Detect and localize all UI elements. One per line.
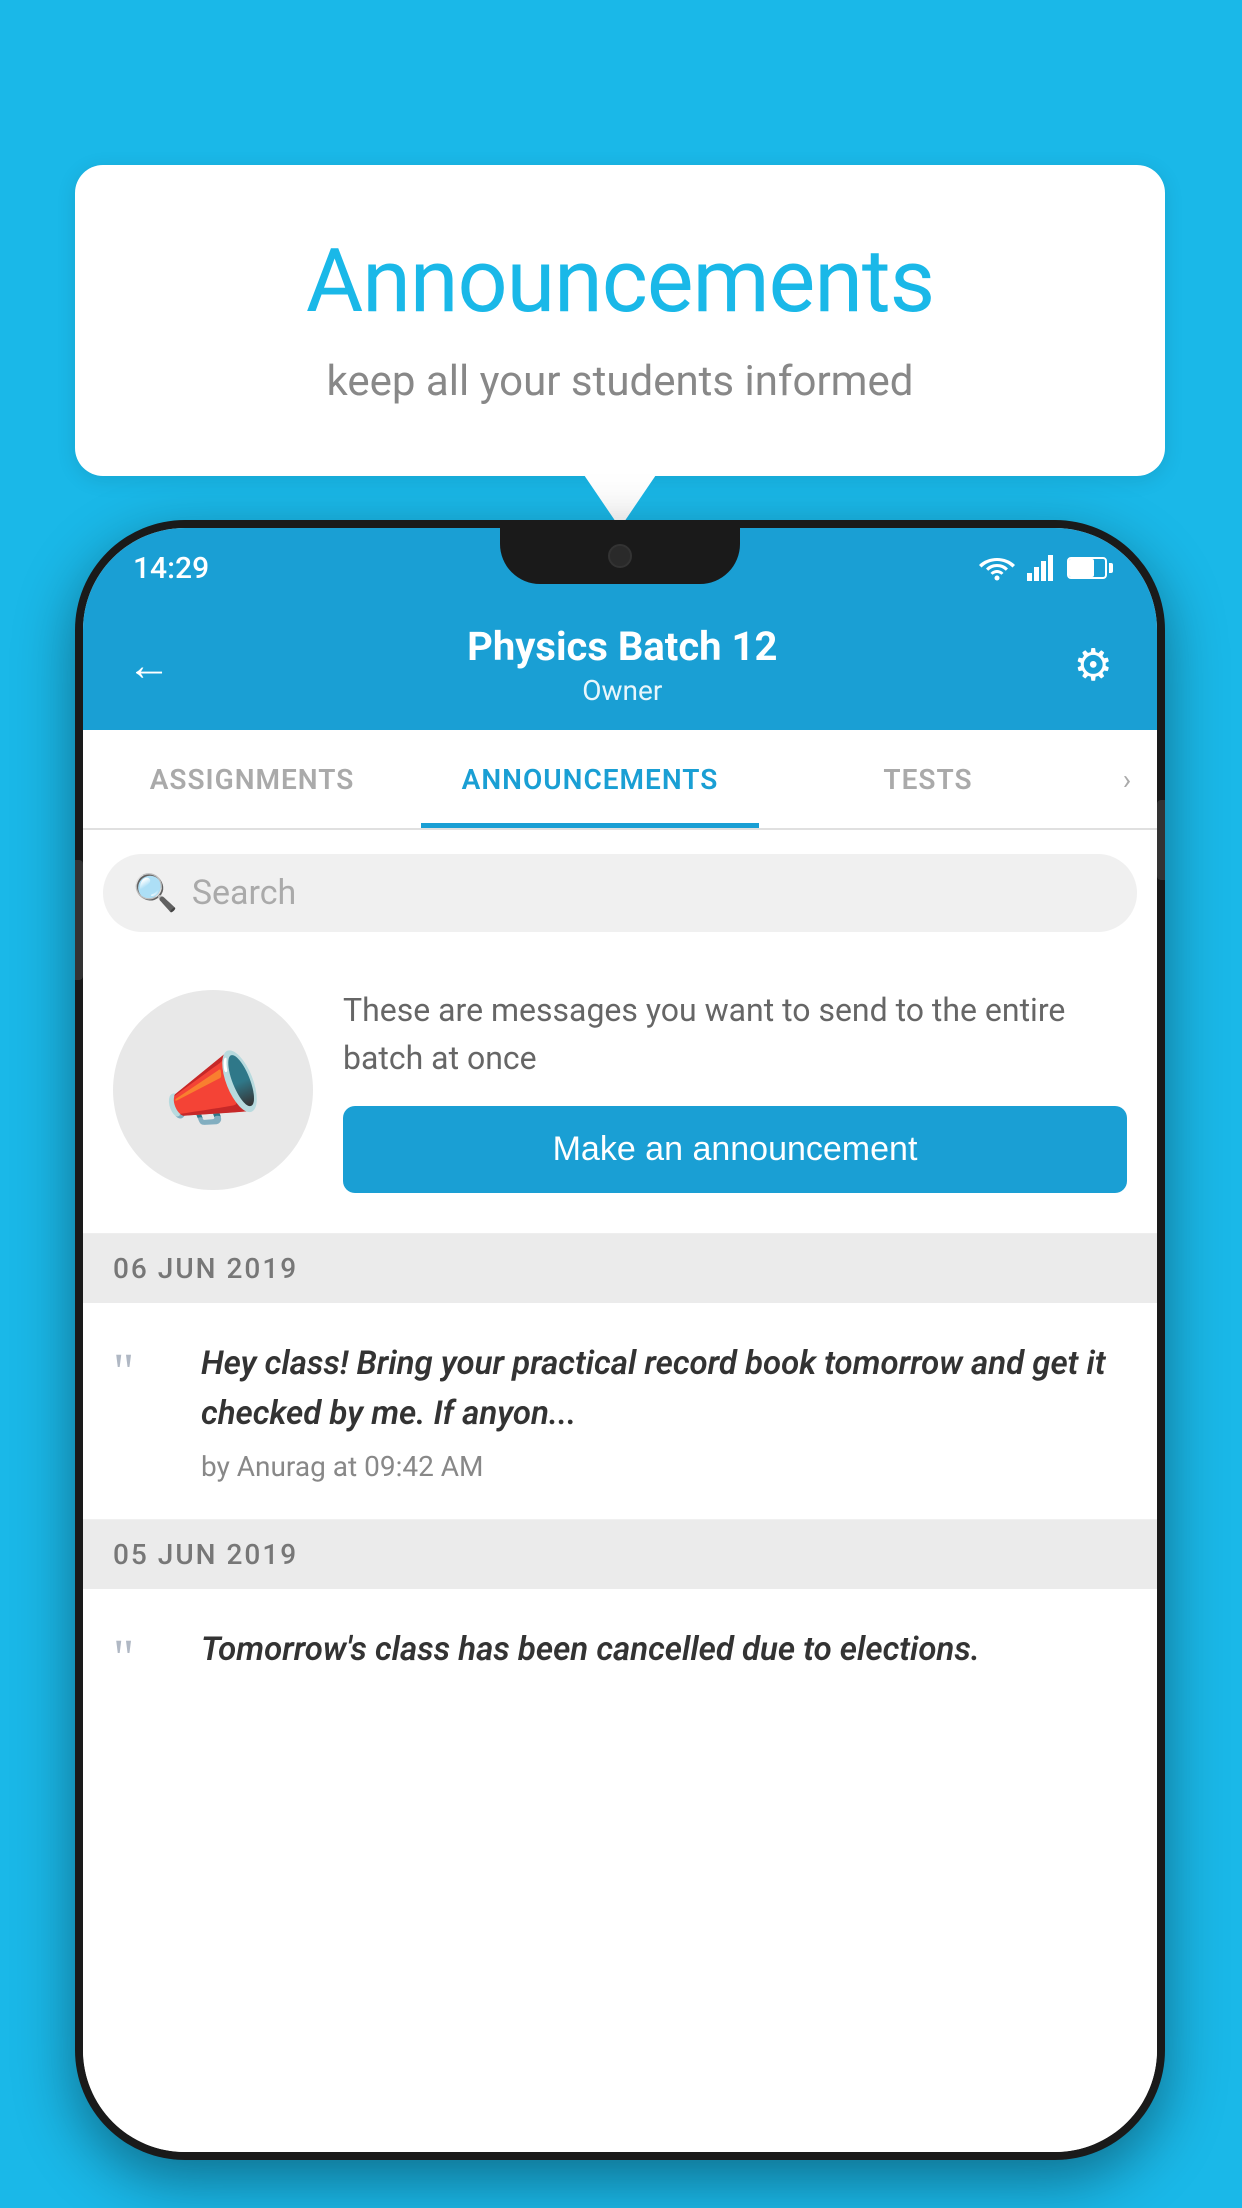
promo-right: These are messages you want to send to t… <box>343 986 1127 1193</box>
header-center: Physics Batch 12 Owner <box>467 623 777 707</box>
search-placeholder: Search <box>192 873 296 913</box>
tab-assignments[interactable]: ASSIGNMENTS <box>83 730 421 828</box>
announcement-content-2: Tomorrow's class has been cancelled due … <box>201 1625 1127 1687</box>
content-area: 🔍 Search 📣 These are messages you want t… <box>83 830 1157 2152</box>
announcement-text-2: Tomorrow's class has been cancelled due … <box>201 1625 1127 1675</box>
notch <box>500 528 740 584</box>
megaphone-icon: 📣 <box>163 1043 263 1137</box>
status-time: 14:29 <box>133 551 209 586</box>
back-button[interactable]: ← <box>127 639 171 691</box>
phone-frame: 14:29 ← <box>75 520 1165 2160</box>
announcement-text-1: Hey class! Bring your practical record b… <box>201 1339 1127 1438</box>
search-bar[interactable]: 🔍 Search <box>103 854 1137 932</box>
power-button <box>1157 800 1165 880</box>
quote-icon-1: " <box>113 1347 173 1399</box>
tab-announcements[interactable]: ANNOUNCEMENTS <box>421 730 759 828</box>
batch-title: Physics Batch 12 <box>467 623 777 670</box>
phone-screen: 14:29 ← <box>83 528 1157 2152</box>
promo-section: 📣 These are messages you want to send to… <box>83 956 1157 1234</box>
bubble-subtitle: keep all your students informed <box>155 357 1085 406</box>
status-icons <box>979 555 1107 581</box>
wifi-icon <box>979 555 1015 581</box>
tab-tests[interactable]: TESTS <box>759 730 1097 828</box>
tabs-bar: ASSIGNMENTS ANNOUNCEMENTS TESTS › <box>83 730 1157 830</box>
bubble-title: Announcements <box>155 230 1085 333</box>
promo-icon-circle: 📣 <box>113 990 313 1190</box>
owner-label: Owner <box>467 674 777 707</box>
announcement-meta-1: by Anurag at 09:42 AM <box>201 1450 1127 1483</box>
settings-button[interactable]: ⚙ <box>1074 639 1113 691</box>
quote-icon-2: " <box>113 1633 173 1685</box>
front-camera <box>608 544 632 568</box>
search-icon: 🔍 <box>133 872 178 914</box>
promo-description: These are messages you want to send to t… <box>343 986 1127 1082</box>
date-separator-1: 06 JUN 2019 <box>83 1234 1157 1303</box>
tab-more[interactable]: › <box>1097 730 1157 828</box>
battery-icon <box>1067 557 1107 579</box>
announcement-item-2[interactable]: " Tomorrow's class has been cancelled du… <box>83 1589 1157 1707</box>
announcement-item-1[interactable]: " Hey class! Bring your practical record… <box>83 1303 1157 1520</box>
date-separator-2: 05 JUN 2019 <box>83 1520 1157 1589</box>
make-announcement-button[interactable]: Make an announcement <box>343 1106 1127 1193</box>
speech-bubble: Announcements keep all your students inf… <box>75 165 1165 476</box>
announcement-content-1: Hey class! Bring your practical record b… <box>201 1339 1127 1483</box>
signal-icon <box>1027 555 1055 581</box>
app-header: ← Physics Batch 12 Owner ⚙ <box>83 600 1157 730</box>
volume-button <box>75 860 83 980</box>
